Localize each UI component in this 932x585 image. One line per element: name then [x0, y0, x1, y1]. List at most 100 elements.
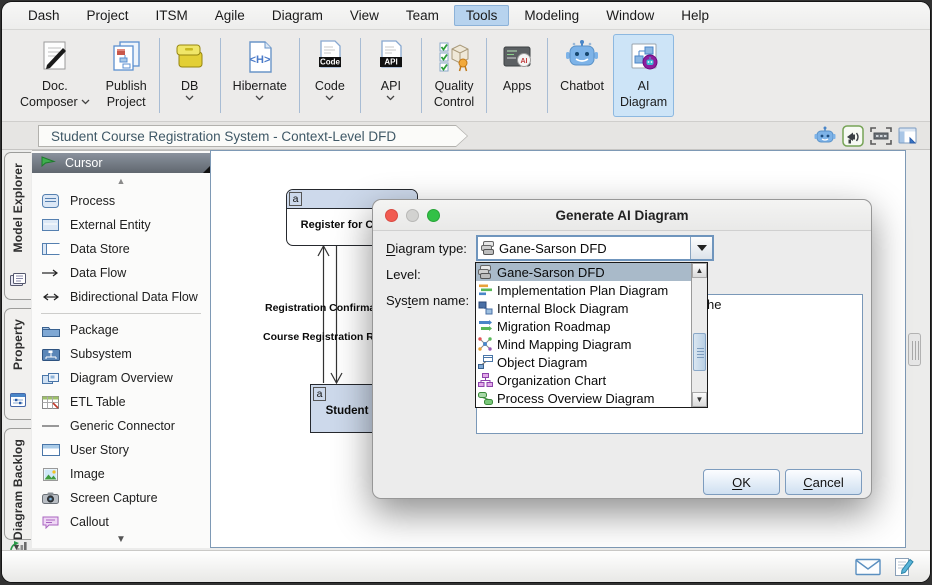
process-icon: [41, 194, 61, 208]
tab-property[interactable]: Property: [4, 308, 31, 420]
menu-tools[interactable]: Tools: [454, 5, 510, 26]
scroll-down-button[interactable]: ▼: [692, 392, 707, 407]
palette-item-screen-capture[interactable]: Screen Capture: [32, 486, 210, 510]
dialog-title-bar[interactable]: Generate AI Diagram: [373, 200, 871, 231]
panel-splitter-grip[interactable]: [908, 333, 921, 366]
menu-window[interactable]: Window: [594, 5, 666, 26]
menu-itsm[interactable]: ITSM: [144, 5, 200, 26]
apps-icon: AI: [499, 37, 535, 77]
menu-diagram[interactable]: Diagram: [260, 5, 335, 26]
cursor-icon: [41, 155, 56, 171]
menu-agile[interactable]: Agile: [203, 5, 257, 26]
subsystem-icon: [41, 348, 61, 361]
panel-layout-icon[interactable]: [898, 126, 918, 151]
status-bar: [2, 550, 930, 582]
palette-item-etl-table[interactable]: ETL Table: [32, 390, 210, 414]
menu-view[interactable]: View: [338, 5, 391, 26]
apps-button[interactable]: AI Apps: [492, 34, 542, 117]
ai-diagram-icon: [626, 37, 662, 77]
palette-item-callout[interactable]: Callout: [32, 510, 210, 534]
menu-team[interactable]: Team: [394, 5, 451, 26]
palette-scroll-down-arrow[interactable]: ▼: [32, 534, 210, 545]
combobox-dropdown-button[interactable]: [690, 237, 712, 259]
palette-item-image[interactable]: Image: [32, 462, 210, 486]
data-flow-icon: [41, 269, 61, 277]
palette-item-package[interactable]: Package: [32, 318, 210, 342]
code-icon: Code: [312, 37, 348, 77]
mail-icon[interactable]: [855, 558, 881, 581]
palette-collapse-arrow[interactable]: ▲: [32, 176, 210, 186]
close-button[interactable]: [385, 209, 398, 222]
dropdown-option-organization-chart[interactable]: Organization Chart: [476, 371, 691, 389]
bidirectional-data-flow-icon: [41, 293, 61, 301]
compose-note-icon[interactable]: [894, 557, 914, 582]
scrollbar-thumb[interactable]: [693, 333, 706, 371]
minimize-button[interactable]: [406, 209, 419, 222]
triangle-down-icon: [697, 245, 707, 251]
ribbon-separator: [299, 38, 300, 113]
textarea-text: he: [707, 297, 721, 312]
chatbot-mini-icon[interactable]: [814, 126, 836, 151]
palette-item-external-entity[interactable]: External Entity: [32, 213, 210, 237]
cancel-button[interactable]: Cancel: [785, 469, 862, 495]
dropdown-option-gane-sarson-dfd[interactable]: Gane-Sarson DFD: [476, 263, 691, 281]
doc-composer-button[interactable]: Doc.Composer: [13, 34, 97, 117]
tab-model-explorer[interactable]: Model Explorer: [4, 152, 31, 300]
diagram-overview-icon: [41, 372, 61, 385]
palette-item-generic-connector[interactable]: Generic Connector: [32, 414, 210, 438]
hibernate-button[interactable]: <H> Hibernate: [226, 34, 294, 117]
ribbon-separator: [360, 38, 361, 113]
menu-project[interactable]: Project: [75, 5, 141, 26]
palette-cursor-tool[interactable]: Cursor: [32, 153, 210, 173]
image-icon: [41, 468, 61, 481]
quality-control-button[interactable]: QualityControl: [427, 34, 481, 117]
property-icon: [9, 392, 27, 413]
dropdown-scrollbar[interactable]: ▲ ▼: [691, 263, 707, 407]
diagram-type-combobox[interactable]: Gane-Sarson DFD: [476, 235, 714, 261]
announcement-icon[interactable]: [842, 125, 864, 152]
chevron-down-icon: [325, 95, 334, 101]
database-icon: [172, 37, 208, 77]
ribbon-separator: [547, 38, 548, 113]
breadcrumb[interactable]: Student Course Registration System - Con…: [38, 125, 468, 147]
zoom-button[interactable]: [427, 209, 440, 222]
palette-item-data-store[interactable]: Data Store: [32, 237, 210, 261]
db-button[interactable]: DB: [165, 34, 215, 117]
diagram-type-dropdown-list: Gane-Sarson DFD Implementation Plan Diag…: [475, 262, 708, 408]
scroll-up-button[interactable]: ▲: [692, 263, 707, 278]
palette-item-data-flow[interactable]: Data Flow: [32, 261, 210, 285]
menu-modeling[interactable]: Modeling: [512, 5, 591, 26]
diagram-type-label: Diagram type:: [386, 241, 467, 256]
menu-help[interactable]: Help: [669, 5, 721, 26]
tab-diagram-backlog[interactable]: Diagram Backlog: [4, 428, 31, 540]
ok-button[interactable]: OK: [703, 469, 780, 495]
dropdown-option-object-diagram[interactable]: Object Diagram: [476, 353, 691, 371]
chevron-down-icon: [185, 95, 194, 101]
svg-text:<H>: <H>: [249, 54, 270, 66]
palette-item-diagram-overview[interactable]: Diagram Overview: [32, 366, 210, 390]
migration-roadmap-icon: [478, 319, 493, 333]
palette-item-user-story[interactable]: User Story: [32, 438, 210, 462]
ribbon-toolbar: Doc.Composer PublishProject DB <H> Hiber…: [2, 30, 930, 122]
palette-item-bidirectional-data-flow[interactable]: Bidirectional Data Flow: [32, 285, 210, 309]
dropdown-option-mind-mapping[interactable]: Mind Mapping Diagram: [476, 335, 691, 353]
mind-mapping-diagram-icon: [478, 337, 493, 351]
dropdown-option-implementation-plan[interactable]: Implementation Plan Diagram: [476, 281, 691, 299]
dropdown-option-internal-block[interactable]: Internal Block Diagram: [476, 299, 691, 317]
palette-item-subsystem[interactable]: Subsystem: [32, 342, 210, 366]
publish-project-button[interactable]: PublishProject: [99, 34, 154, 117]
frame-selection-icon[interactable]: [870, 127, 892, 150]
api-button[interactable]: API API: [366, 34, 416, 117]
palette-item-process[interactable]: Process: [32, 189, 210, 213]
gane-sarson-dfd-icon: [478, 265, 493, 279]
code-button[interactable]: Code Code: [305, 34, 355, 117]
combobox-value: Gane-Sarson DFD: [499, 241, 607, 256]
dropdown-option-process-overview[interactable]: Process Overview Diagram: [476, 389, 691, 407]
chatbot-button[interactable]: Chatbot: [553, 34, 611, 117]
screen-capture-icon: [41, 492, 61, 504]
menu-dash[interactable]: Dash: [16, 5, 72, 26]
svg-text:AI: AI: [521, 58, 528, 65]
ai-diagram-button[interactable]: AIDiagram: [613, 34, 674, 117]
dropdown-option-migration-roadmap[interactable]: Migration Roadmap: [476, 317, 691, 335]
callout-icon: [41, 516, 61, 529]
